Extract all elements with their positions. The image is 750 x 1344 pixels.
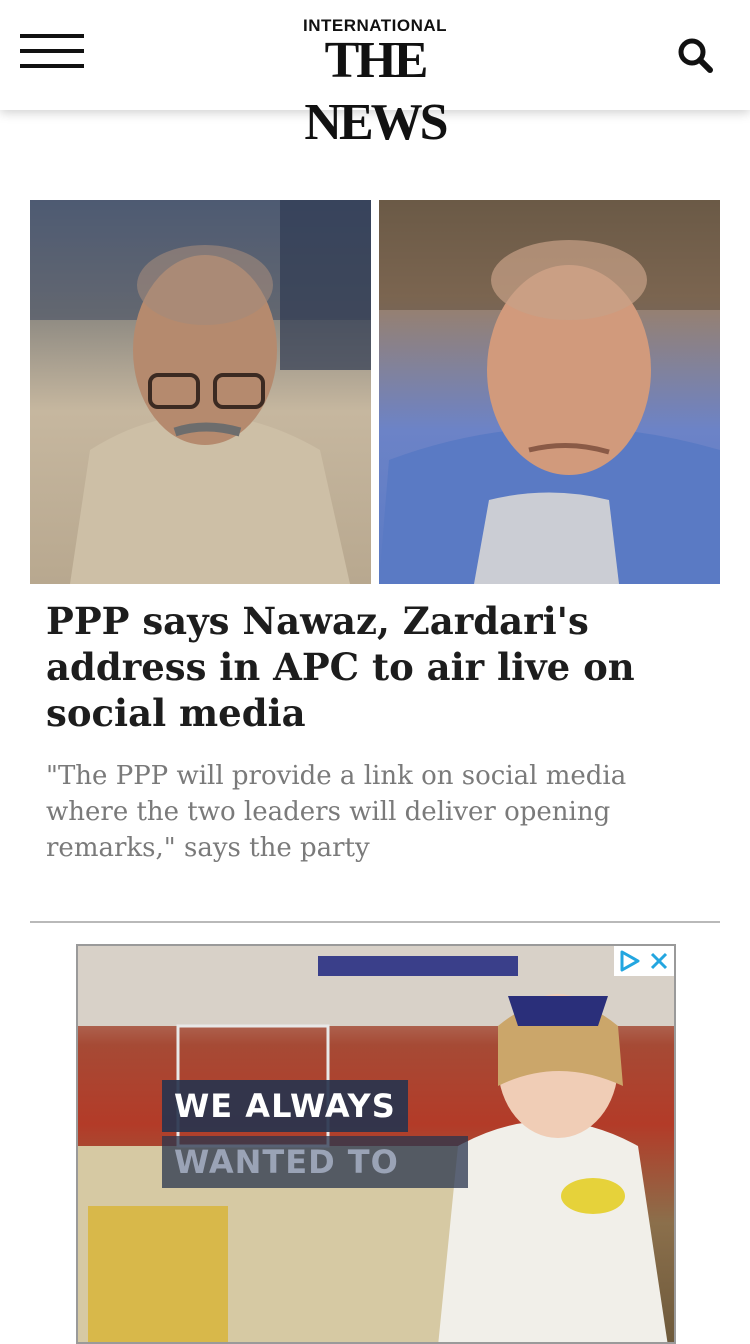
hamburger-menu-icon[interactable] xyxy=(20,34,84,70)
site-logo[interactable]: INTERNATIONAL THE NEWS xyxy=(262,16,488,151)
hero-photo-right xyxy=(379,200,720,584)
ad-choices-icon[interactable] xyxy=(614,946,644,976)
ad-headline-line-1: WE ALWAYS xyxy=(162,1080,408,1132)
close-icon[interactable] xyxy=(644,946,674,976)
section-divider xyxy=(30,921,720,923)
article-hero-image[interactable] xyxy=(30,200,720,584)
ad-headline-line-2: WANTED TO xyxy=(162,1136,468,1188)
logo-the-news-text: THE NEWS xyxy=(304,32,448,151)
search-icon[interactable] xyxy=(676,36,716,76)
article-headline[interactable]: PPP says Nawaz, Zardari's address in APC… xyxy=(46,598,686,736)
hero-photo-left xyxy=(30,200,371,584)
advertisement-banner[interactable]: WE ALWAYS WANTED TO xyxy=(76,944,676,1344)
article-summary: "The PPP will provide a link on social m… xyxy=(46,761,627,863)
top-navigation-bar: INTERNATIONAL THE NEWS xyxy=(0,0,750,151)
